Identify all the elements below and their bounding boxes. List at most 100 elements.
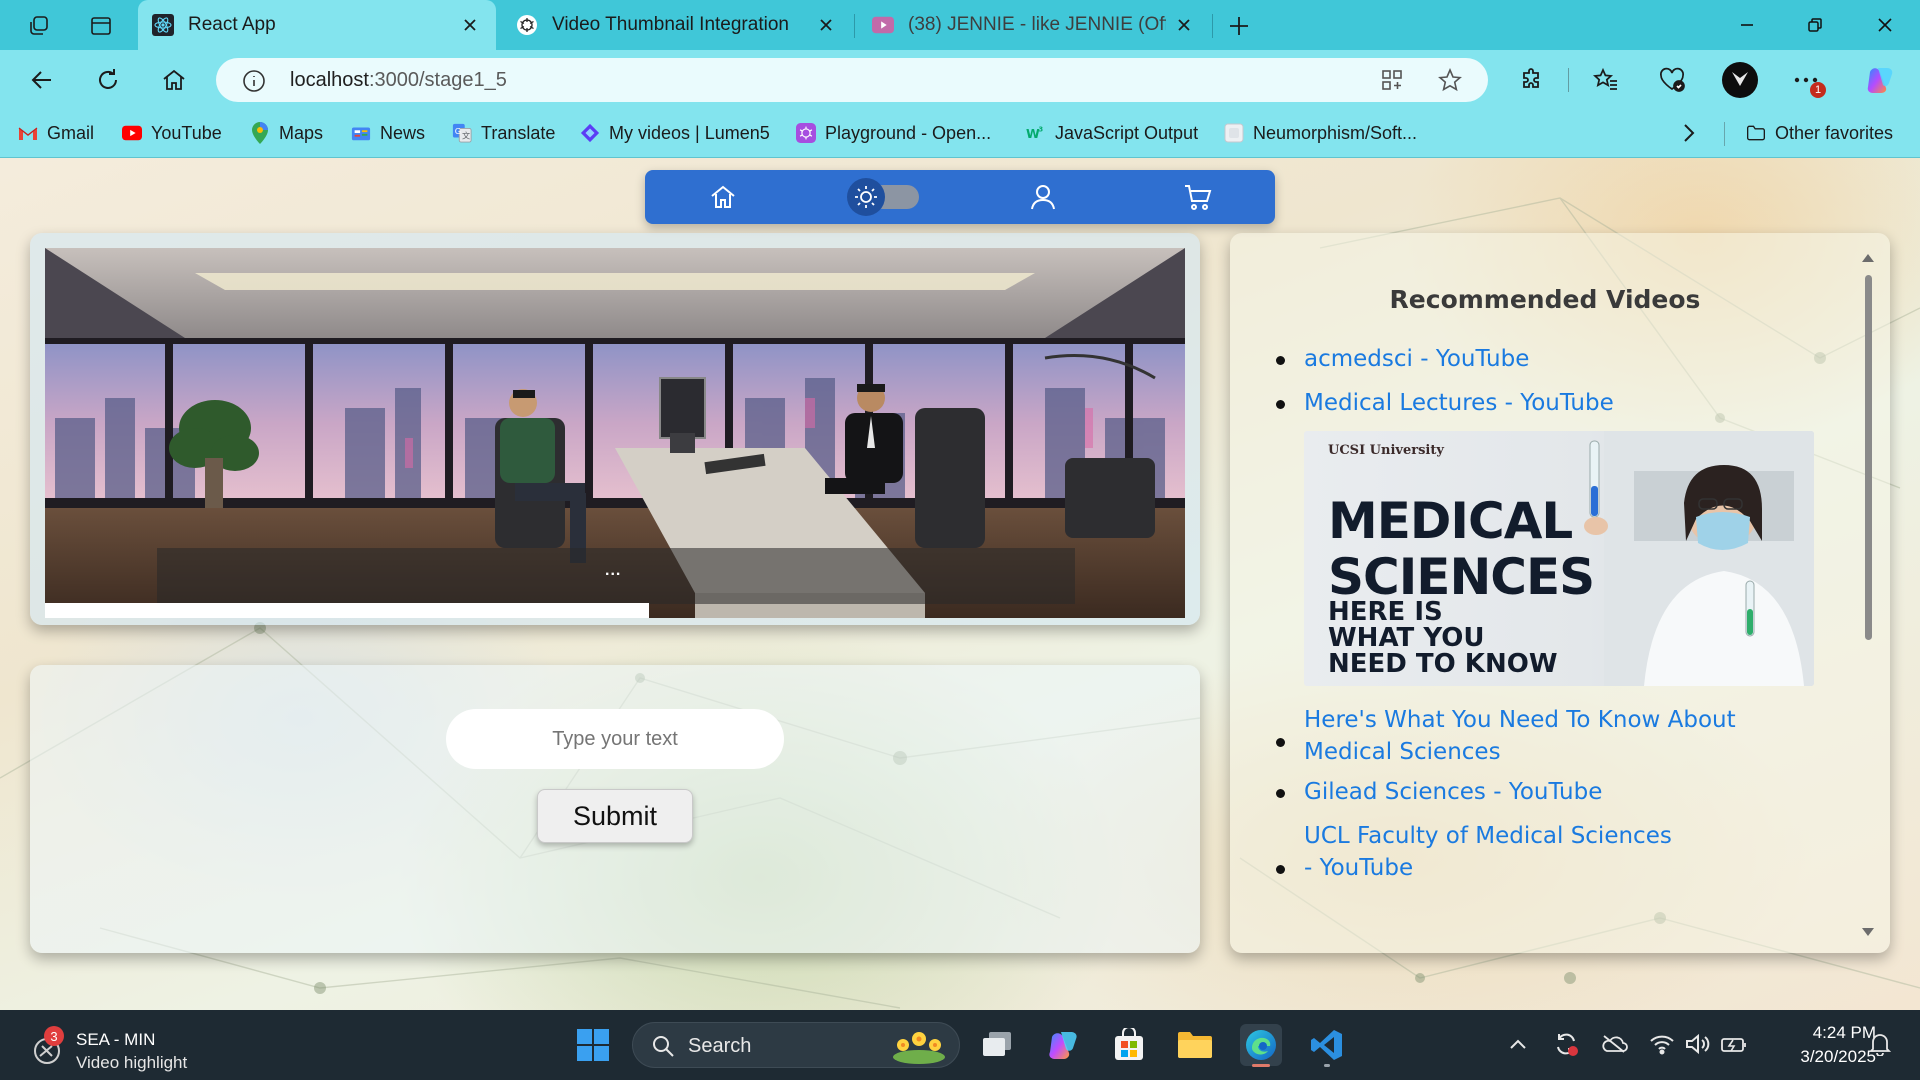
notification-title: SEA - MIN (76, 1030, 156, 1049)
bookmarks-divider (1724, 122, 1725, 146)
recommended-link[interactable]: Gilead Sciences - YouTube (1304, 779, 1602, 805)
recommended-link[interactable]: Medical Lectures - YouTube (1304, 390, 1614, 416)
bookmark-other-favorites[interactable]: Other favorites (1746, 120, 1893, 146)
running-app-indicator (1324, 1064, 1330, 1067)
active-app-indicator (1252, 1064, 1270, 1067)
bullet (1276, 865, 1285, 874)
recommended-link[interactable]: UCL Faculty of Medical Sciences - YouTub… (1304, 823, 1672, 881)
vscode-icon[interactable] (1306, 1024, 1348, 1067)
theme-toggle[interactable] (847, 178, 921, 216)
home-icon[interactable] (154, 60, 194, 100)
copilot-taskbar-icon[interactable] (1042, 1024, 1084, 1066)
page-icon (1224, 123, 1244, 143)
site-info-icon[interactable] (242, 69, 266, 98)
recommended-link[interactable]: acmedsci - YouTube (1304, 346, 1529, 372)
bookmark-gmail[interactable]: Gmail (18, 120, 94, 146)
bookmark-label: Playground - Open... (825, 122, 992, 143)
tab-title: (38) JENNIE - like JENNIE (Official (908, 14, 1166, 35)
browser-essentials-icon[interactable] (1652, 60, 1692, 100)
bookmarks-bar: Gmail YouTube Maps News G文 Translate My … (0, 108, 1920, 158)
wifi-icon[interactable] (1648, 1030, 1676, 1058)
submit-button[interactable]: Submit (537, 789, 693, 843)
openai-icon (516, 14, 538, 36)
file-explorer-icon[interactable] (1174, 1024, 1216, 1066)
bookmark-lumen5[interactable]: My videos | Lumen5 (580, 120, 770, 146)
volume-icon[interactable] (1684, 1030, 1712, 1058)
video-progress-bar[interactable] (45, 603, 650, 618)
cart-icon[interactable] (1178, 177, 1218, 217)
thumbnail-brand: UCSI University (1328, 443, 1444, 458)
task-view-icon[interactable] (976, 1024, 1018, 1066)
favorites-icon[interactable] (1586, 60, 1626, 100)
favorite-star-icon[interactable] (1438, 67, 1462, 97)
settings-more-icon[interactable]: 1 (1786, 60, 1826, 100)
list-item: UCSI University MEDICAL SCIENCES HERE IS W… (1276, 431, 1824, 768)
input-card: Submit (30, 665, 1200, 953)
svg-text:3: 3 (1039, 125, 1044, 133)
address-bar[interactable]: localhost:3000/stage1_5 (216, 58, 1488, 102)
more-bookmarks-chevron-icon[interactable] (1682, 120, 1696, 146)
refresh-icon[interactable] (88, 60, 128, 100)
tab-video-thumbnail[interactable]: Video Thumbnail Integration (502, 0, 852, 50)
bookmark-youtube[interactable]: YouTube (122, 120, 222, 146)
bookmark-label: Gmail (47, 122, 95, 143)
panel-scrollbar[interactable] (1857, 243, 1879, 943)
bookmark-translate[interactable]: G文 Translate (452, 120, 555, 146)
vertical-tabs-icon[interactable] (84, 9, 118, 43)
bookmark-label: Other favorites (1775, 122, 1894, 143)
folder-icon (1746, 123, 1766, 143)
react-icon (152, 14, 174, 36)
profile-avatar[interactable] (1720, 60, 1760, 100)
close-icon[interactable] (816, 15, 836, 35)
video-thumbnail[interactable]: UCSI University MEDICAL SCIENCES HERE IS W… (1304, 431, 1814, 686)
edge-browser-icon[interactable] (1240, 1024, 1282, 1067)
close-window-icon[interactable] (1860, 0, 1910, 50)
recommended-link[interactable]: Here's What You Need To Know About Medic… (1304, 707, 1736, 765)
home-icon[interactable] (703, 177, 743, 217)
bookmark-maps[interactable]: Maps (250, 120, 323, 146)
copilot-icon[interactable] (1860, 60, 1900, 100)
browser-toolbar: localhost:3000/stage1_5 1 (0, 50, 1920, 108)
close-icon[interactable] (1174, 15, 1194, 35)
video-player[interactable]: ... (45, 248, 1185, 618)
bookmark-neumorphism[interactable]: Neumorphism/Soft... (1224, 120, 1417, 146)
workspaces-icon[interactable] (22, 9, 56, 43)
tab-bar: React App Video Thumbnail Integration (3… (0, 0, 1920, 50)
user-icon[interactable] (1023, 177, 1063, 217)
taskbar-search[interactable]: Search (632, 1022, 960, 1068)
clock-date: 3/20/2025 (1800, 1047, 1876, 1066)
extensions-icon[interactable] (1512, 60, 1552, 100)
tab-youtube-jennie[interactable]: (38) JENNIE - like JENNIE (Official (858, 0, 1210, 50)
clock-time: 4:24 PM (1812, 1023, 1876, 1042)
show-hidden-icons-chevron-icon[interactable] (1504, 1030, 1532, 1058)
restore-icon[interactable] (1790, 0, 1840, 50)
scroll-up-icon[interactable] (1861, 251, 1875, 265)
scrollbar-thumb[interactable] (1865, 275, 1872, 640)
bookmark-label: My videos | Lumen5 (609, 122, 770, 143)
close-icon[interactable] (460, 15, 480, 35)
tab-title: Video Thumbnail Integration (552, 14, 789, 35)
text-input[interactable] (446, 709, 784, 769)
new-tab-icon[interactable] (1222, 9, 1256, 43)
bookmark-playground[interactable]: Playground - Open... (796, 120, 991, 146)
more-options-icon[interactable]: ... (605, 562, 621, 580)
bookmark-javascript-output[interactable]: W3 JavaScript Output (1026, 120, 1198, 146)
scroll-down-icon[interactable] (1861, 925, 1875, 939)
bookmark-news[interactable]: News (351, 120, 425, 146)
page-viewport: ... Submit Recommended Videos acmedsci -… (0, 158, 1920, 1010)
onedrive-icon[interactable] (1600, 1030, 1628, 1058)
minimize-icon[interactable] (1722, 0, 1772, 50)
sync-icon[interactable] (1552, 1030, 1580, 1058)
svg-text:文: 文 (462, 130, 470, 140)
notification-subtitle: Video highlight (76, 1053, 188, 1072)
system-clock[interactable]: 4:24 PM 3/20/2025 (1762, 1021, 1876, 1069)
translate-icon: G文 (452, 123, 472, 143)
notification-bell-icon[interactable] (1866, 1030, 1894, 1058)
tab-react-app[interactable]: React App (138, 0, 496, 50)
microsoft-store-icon[interactable] (1108, 1024, 1150, 1066)
back-icon[interactable] (22, 60, 62, 100)
bullet (1276, 738, 1285, 747)
app-available-icon[interactable] (1380, 68, 1404, 97)
battery-charging-icon[interactable] (1720, 1030, 1748, 1058)
windows-start-icon[interactable] (572, 1024, 614, 1066)
